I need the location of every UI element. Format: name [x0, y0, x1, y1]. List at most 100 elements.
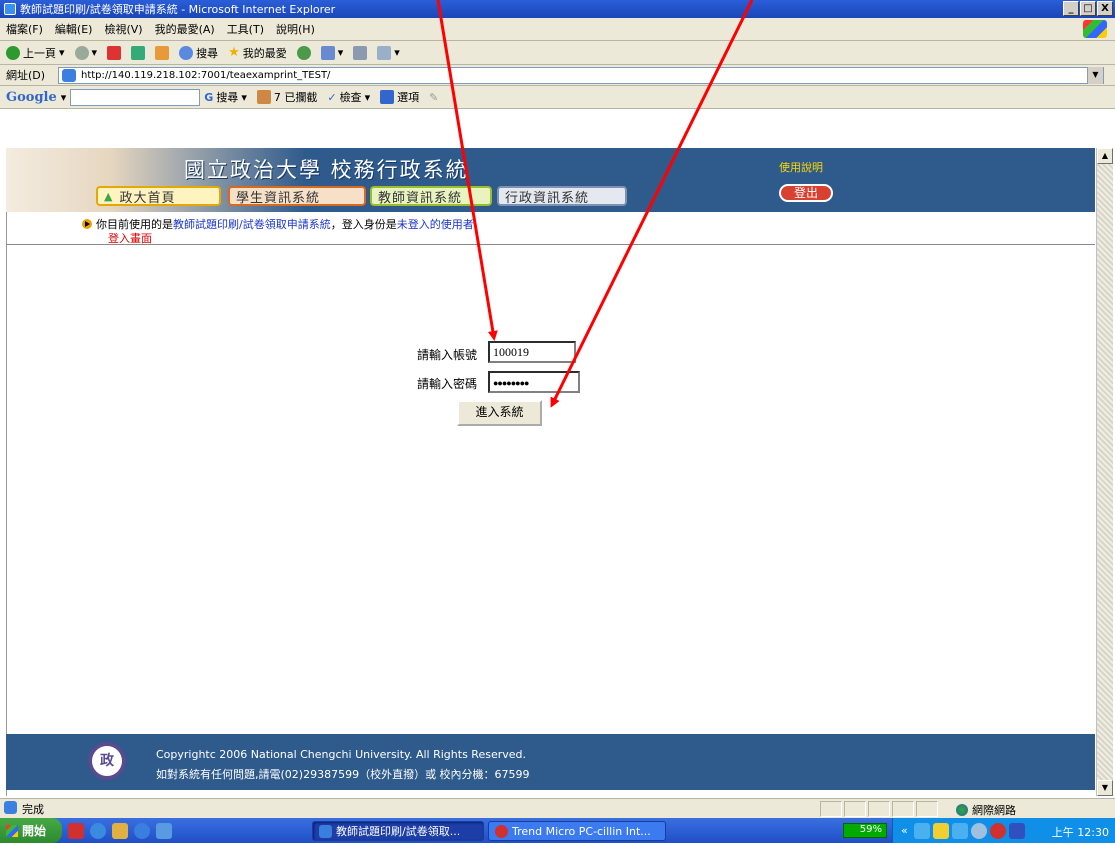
forward-arrow-icon [74, 45, 89, 60]
address-bar: 網址(D) http://140.119.218.102:7001/teaexa… [0, 65, 1115, 86]
google-search-button[interactable]: G 搜尋 ▾ [204, 89, 247, 105]
logout-button[interactable]: 登出 [779, 184, 833, 202]
taskbar-pccillin-label: Trend Micro PC-cillin Int... [512, 824, 651, 838]
security-zone: 網際網路 [956, 802, 1016, 818]
google-toolbar: Google ▾ G 搜尋 ▾ 7 已攔截 ✓ 檢查 ▾ 選項 ✎ [0, 86, 1115, 109]
tray-network2-icon[interactable] [951, 822, 968, 839]
tray-volume-icon[interactable] [970, 822, 987, 839]
stop-button[interactable] [107, 45, 122, 60]
search-button[interactable]: 搜尋 [179, 45, 218, 61]
google-search-label: 搜尋 [216, 91, 239, 104]
edit-button[interactable]: ▾ [377, 45, 400, 60]
home-icon: ▲ [104, 189, 114, 203]
google-check-button[interactable]: ✓ 檢查 ▾ [327, 89, 370, 105]
window-title: 教師試題印刷/試卷領取申請系統 - Microsoft Internet Exp… [20, 3, 336, 16]
status-cell [916, 801, 938, 817]
password-label: 請輸入密碼 [417, 377, 478, 391]
scroll-down-icon[interactable]: ▼ [1097, 780, 1113, 796]
menu-help[interactable]: 說明(H) [276, 21, 315, 37]
zone-label: 網際網路 [972, 804, 1016, 817]
history-icon [296, 45, 311, 60]
site-footer: 政 Copyrightc 2006 National Chengchi Univ… [6, 734, 1095, 790]
clock: 上午 12:30 [1051, 826, 1109, 839]
window-titlebar: 教師試題印刷/試卷領取申請系統 - Microsoft Internet Exp… [0, 0, 1115, 18]
start-button[interactable]: 開始 [0, 818, 62, 843]
google-logo[interactable]: Google [6, 90, 57, 105]
search-icon [179, 45, 194, 60]
favorites-button[interactable]: ★ 我的最愛 [228, 45, 287, 61]
google-dropdown-icon[interactable]: ▾ [61, 91, 67, 104]
menu-favorites[interactable]: 我的最愛(A) [155, 21, 215, 37]
google-check-label: 檢查 [339, 91, 362, 104]
address-dropdown-icon[interactable]: ▼ [1087, 67, 1103, 84]
nav-teacher-system[interactable]: 教師資訊系統 [370, 186, 492, 206]
status-cell [844, 801, 866, 817]
quicklaunch-folder-icon[interactable] [112, 822, 128, 839]
nav-nccu-home-label: 政大首頁 [119, 190, 176, 206]
status-middle: ，登入身份是 [330, 218, 397, 231]
address-input[interactable]: http://140.119.218.102:7001/teaexamprint… [58, 67, 1104, 84]
popup-blocker-icon [256, 90, 271, 104]
copyright-text: Copyrightc 2006 National Chengchi Univer… [156, 748, 526, 761]
menu-edit[interactable]: 編輯(E) [55, 21, 93, 37]
tray-app-icon[interactable] [932, 822, 949, 839]
spellcheck-icon: ✓ [327, 90, 337, 104]
account-input[interactable]: 100019 [488, 341, 576, 363]
site-title: 國立政治大學 校務行政系統 [184, 158, 469, 182]
quicklaunch-ie-icon[interactable] [134, 822, 150, 839]
system-tray: « 上午 12:30 [892, 818, 1115, 843]
ie-icon [319, 824, 332, 838]
nccu-seal-icon: 政 [88, 742, 126, 780]
back-arrow-icon [6, 45, 20, 60]
quicklaunch-desktop-icon[interactable] [156, 822, 172, 839]
minimize-button[interactable]: _ [1063, 1, 1079, 16]
enter-system-button[interactable]: 進入系統 [457, 400, 542, 426]
nav-admin-label: 行政資訊系統 [505, 190, 590, 206]
refresh-button[interactable] [131, 45, 146, 60]
nav-student-label: 學生資訊系統 [236, 190, 321, 206]
status-cell [892, 801, 914, 817]
internet-zone-icon [956, 804, 968, 816]
maximize-button[interactable]: □ [1080, 1, 1096, 16]
print-button[interactable] [353, 45, 368, 60]
mail-button[interactable]: ▾ [320, 45, 343, 60]
scroll-up-icon[interactable]: ▲ [1097, 148, 1113, 164]
nav-admin-system[interactable]: 行政資訊系統 [497, 186, 627, 206]
tray-security-icon[interactable] [1008, 822, 1025, 839]
print-icon [353, 45, 368, 60]
menu-view[interactable]: 檢視(V) [104, 21, 142, 37]
vertical-scrollbar[interactable]: ▲ ▼ [1096, 148, 1113, 796]
quicklaunch-media-icon[interactable] [90, 822, 106, 839]
help-link[interactable]: 使用說明 [779, 159, 823, 175]
home-button[interactable] [155, 45, 170, 60]
nav-nccu-home[interactable]: ▲ 政大首頁 [96, 186, 221, 206]
menu-tools[interactable]: 工具(T) [227, 21, 264, 37]
nav-student-system[interactable]: 學生資訊系統 [228, 186, 366, 206]
back-button[interactable]: 上一頁 ▾ [6, 45, 65, 61]
page-content [6, 148, 1095, 796]
taskbar-ie-window[interactable]: 教師試題印刷/試卷領取... [312, 821, 484, 841]
tray-antivirus-icon[interactable] [989, 822, 1006, 839]
tray-expand-icon[interactable]: « [901, 824, 908, 837]
menu-file[interactable]: 檔案(F) [6, 21, 43, 37]
password-input[interactable]: ●●●●●●●● [488, 371, 580, 393]
star-icon: ★ [228, 45, 240, 60]
forward-button[interactable]: ▾ [74, 45, 97, 60]
pencil-icon[interactable]: ✎ [429, 91, 438, 104]
options-icon [380, 90, 395, 104]
google-search-input[interactable] [70, 88, 201, 106]
page-icon [62, 69, 76, 82]
address-url: http://140.119.218.102:7001/teaexamprint… [81, 70, 331, 81]
google-blocked-button[interactable]: 7 已攔截 [256, 89, 317, 105]
quicklaunch-app-icon[interactable] [68, 822, 84, 839]
tray-network-icon[interactable] [913, 822, 930, 839]
site-banner: 國立政治大學 校務行政系統 ▲ 政大首頁 學生資訊系統 教師資訊系統 行政資訊系… [6, 148, 1095, 212]
google-options-button[interactable]: 選項 [380, 89, 419, 105]
windows-flag-icon [6, 824, 18, 837]
back-label: 上一頁 [23, 46, 56, 60]
close-button[interactable]: X [1097, 1, 1113, 16]
resource-meter: 59% [843, 823, 887, 838]
history-button[interactable] [296, 45, 311, 60]
taskbar-pccillin-window[interactable]: Trend Micro PC-cillin Int... [488, 821, 666, 841]
google-g-icon: G [204, 90, 214, 104]
